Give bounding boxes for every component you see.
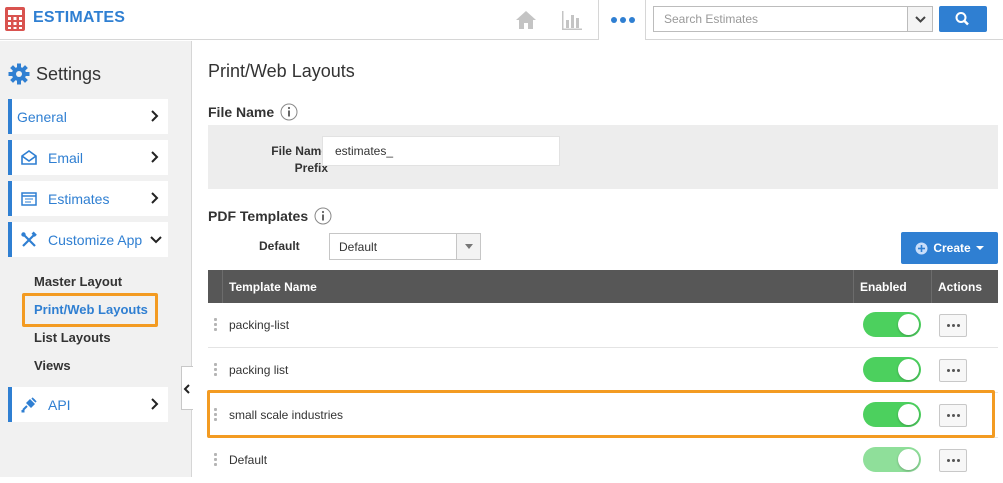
table-row: packing-list [208, 303, 998, 348]
main-content: Print/Web Layouts File Name File Name Pr… [193, 41, 1003, 483]
chevron-right-icon [151, 110, 159, 122]
sidebar-item-api[interactable]: API [8, 387, 168, 422]
search-box [653, 6, 933, 32]
file-name-prefix-label: File Name Prefix [238, 143, 328, 177]
default-template-select[interactable]: Default [329, 233, 481, 260]
sub-item-master-layout[interactable]: Master Layout [34, 274, 122, 289]
info-icon[interactable] [280, 103, 298, 121]
table-row: small scale industries [208, 393, 998, 438]
selected-value: Default [339, 240, 378, 254]
more-menu-button[interactable] [598, 0, 646, 40]
search-input[interactable] [654, 7, 908, 31]
sidebar-item-email[interactable]: Email [8, 140, 168, 175]
caret-down-icon [975, 246, 984, 250]
section-title-text: PDF Templates [208, 208, 309, 224]
triangle-down-icon [465, 244, 473, 249]
file-name-prefix-input[interactable] [322, 136, 560, 166]
toggle-knob [898, 359, 919, 380]
col-template-name: Template Name [229, 280, 317, 294]
chevron-right-icon [151, 151, 159, 163]
row-actions-button[interactable] [939, 359, 967, 382]
plus-circle-icon [915, 242, 928, 254]
table-row: Default [208, 438, 998, 483]
chevron-right-icon [151, 192, 159, 204]
sidebar-item-label: General [17, 108, 67, 125]
enabled-toggle[interactable] [863, 447, 921, 472]
row-actions-button[interactable] [939, 314, 967, 337]
row-actions-button[interactable] [939, 404, 967, 427]
calculator-icon [5, 7, 25, 31]
search-icon [955, 12, 969, 26]
sidebar: Settings General Email Estimates Customi… [0, 41, 192, 477]
app-title[interactable]: ESTIMATES [33, 9, 125, 27]
active-item-highlight [22, 293, 158, 327]
gear-icon [8, 63, 30, 85]
plug-icon [21, 396, 37, 412]
toggle-knob [898, 404, 919, 425]
sidebar-item-customize-app[interactable]: Customize App [8, 222, 168, 257]
drag-handle-icon[interactable] [214, 453, 217, 467]
sidebar-item-label: Estimates [48, 190, 110, 207]
drag-handle-icon[interactable] [214, 318, 217, 332]
home-icon[interactable] [514, 8, 538, 32]
sidebar-item-general[interactable]: General [8, 99, 168, 134]
enabled-toggle[interactable] [863, 402, 921, 427]
col-actions: Actions [938, 280, 983, 294]
sub-item-list-layouts[interactable]: List Layouts [34, 330, 111, 345]
file-name-section-title: File Name [208, 103, 298, 121]
label-line: File Name [271, 144, 328, 158]
settings-title: Settings [36, 63, 102, 84]
top-bar: ESTIMATES [0, 0, 1003, 40]
search-filter-dropdown[interactable] [907, 7, 932, 31]
dropdown-arrow [456, 234, 480, 259]
chevron-down-icon [915, 16, 926, 23]
sidebar-item-label: API [48, 396, 71, 413]
template-name: Default [229, 453, 268, 467]
sidebar-item-label: Email [48, 149, 84, 166]
pdf-templates-section-title: PDF Templates [208, 207, 332, 225]
template-name: packing-list [229, 318, 290, 332]
chevron-down-icon [150, 236, 162, 244]
document-icon [21, 191, 37, 206]
tools-icon [21, 231, 37, 247]
drag-handle-icon[interactable] [214, 408, 217, 422]
bar-chart-icon[interactable] [560, 8, 584, 32]
row-actions-button[interactable] [939, 449, 967, 472]
template-name: small scale industries [229, 408, 344, 422]
template-name: packing list [229, 363, 289, 377]
create-template-button[interactable]: Create [901, 232, 998, 264]
section-title-text: File Name [208, 104, 275, 120]
chevron-left-icon [183, 384, 190, 394]
settings-header: Settings [8, 63, 101, 85]
col-enabled: Enabled [860, 280, 907, 294]
enabled-toggle[interactable] [863, 357, 921, 382]
toggle-knob [898, 449, 919, 470]
page-title: Print/Web Layouts [208, 61, 355, 81]
info-icon[interactable] [314, 207, 332, 225]
more-dots-icon [611, 17, 635, 23]
table-header: Template Name Enabled Actions [208, 270, 998, 303]
sidebar-collapse-toggle[interactable] [181, 366, 193, 410]
sidebar-item-estimates[interactable]: Estimates [8, 181, 168, 216]
create-label: Create [933, 241, 971, 255]
templates-table: Template Name Enabled Actions packing-li… [208, 270, 998, 483]
table-row: packing list [208, 348, 998, 393]
toggle-knob [898, 314, 919, 335]
drag-handle-icon[interactable] [214, 363, 217, 377]
enabled-toggle[interactable] [863, 312, 921, 337]
envelope-icon [21, 149, 37, 165]
file-name-panel: File Name Prefix [208, 125, 998, 189]
default-template-label: Default [259, 239, 300, 253]
sub-item-views[interactable]: Views [34, 358, 71, 373]
search-button[interactable] [939, 6, 987, 32]
chevron-right-icon [151, 398, 159, 410]
sidebar-item-label: Customize App [48, 231, 143, 248]
label-line: Prefix [294, 161, 328, 175]
